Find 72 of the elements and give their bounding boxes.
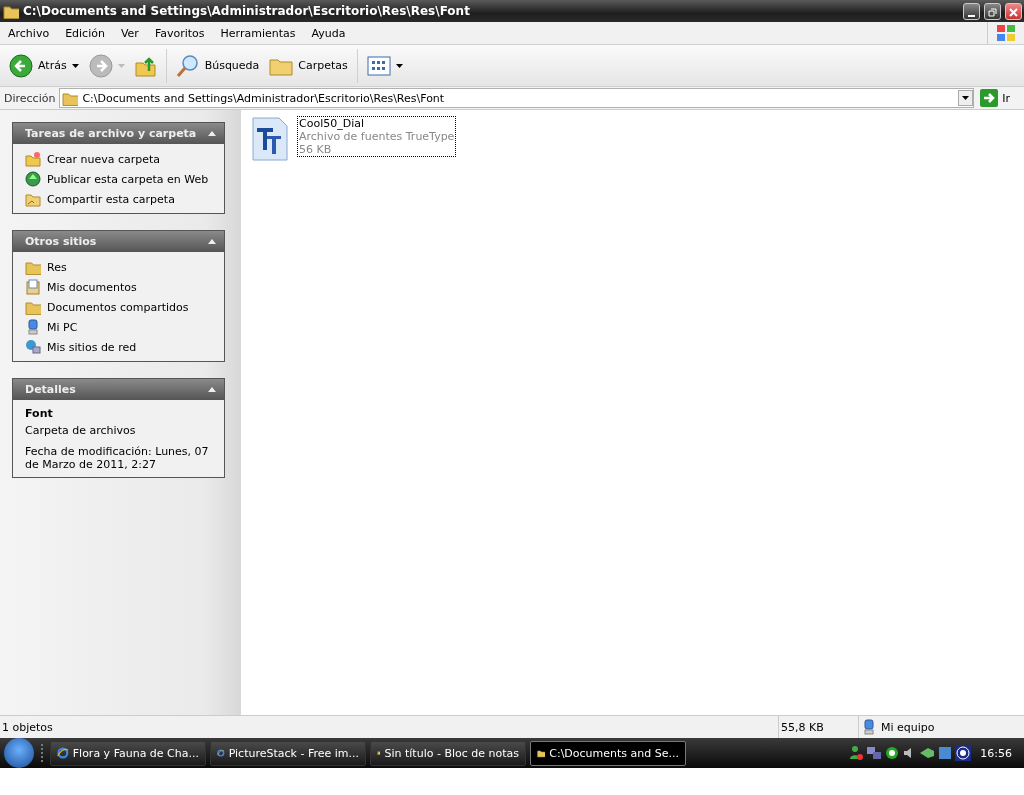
folder-icon bbox=[62, 90, 79, 106]
caret-icon bbox=[962, 96, 970, 100]
restore-icon bbox=[988, 7, 997, 17]
task-link[interactable]: Mis sitios de red bbox=[25, 339, 212, 355]
collapse-chevron-icon bbox=[208, 387, 216, 392]
documents-icon bbox=[25, 279, 41, 295]
collapse-chevron-icon bbox=[208, 131, 216, 136]
modified-date: Fecha de modificación: Lunes, 07 de Marzo de 2011, 2:27 bbox=[25, 445, 210, 471]
folder-icon bbox=[25, 259, 41, 275]
close-icon bbox=[1009, 7, 1018, 17]
new-folder-icon bbox=[25, 151, 41, 167]
taskbar-button[interactable]: Sin título - Bloc de notas bbox=[370, 740, 526, 766]
object-count: 1 objetos bbox=[2, 720, 53, 734]
window-title: C:\Documents and Settings\Administrador\Escritorio\Res\Res\Font bbox=[23, 4, 471, 18]
views-icon bbox=[366, 55, 391, 76]
task-link[interactable]: Documentos compartidos bbox=[25, 299, 212, 315]
menu-item[interactable]: Edición bbox=[57, 26, 113, 40]
menu-item[interactable]: Favoritos bbox=[146, 26, 213, 40]
minimize-button[interactable] bbox=[963, 2, 980, 20]
task-link[interactable]: Crear nueva carpeta bbox=[25, 151, 212, 167]
taskbar-button[interactable]: Flora y Fauna de Cha... bbox=[50, 740, 206, 766]
task-link[interactable]: Mi PC bbox=[25, 319, 212, 335]
grip-icon bbox=[38, 742, 46, 764]
task-link[interactable]: Mis documentos bbox=[25, 279, 212, 295]
panel-header[interactable]: Tareas de archivo y carpeta bbox=[13, 123, 224, 144]
collapse-chevron-icon bbox=[208, 239, 216, 244]
go-button[interactable]: Ir bbox=[978, 89, 1020, 107]
folder-icon bbox=[3, 3, 19, 19]
task-link[interactable]: Publicar esta carpeta en Web bbox=[25, 171, 212, 187]
computer-icon bbox=[25, 319, 41, 335]
menu-item[interactable]: Herramientas bbox=[212, 26, 304, 40]
dropdown-button[interactable] bbox=[958, 90, 974, 106]
shared-folder-icon bbox=[25, 191, 41, 207]
caret-icon bbox=[117, 63, 125, 68]
font-file-icon bbox=[251, 116, 289, 162]
caret-icon bbox=[71, 63, 79, 68]
start-button[interactable] bbox=[4, 738, 34, 768]
menu-item[interactable]: Ayuda bbox=[303, 26, 354, 40]
wireless-icon bbox=[955, 745, 972, 761]
zone-label: Mi equipo bbox=[881, 720, 935, 734]
menu-item[interactable]: Ver bbox=[112, 26, 147, 40]
browser-icon bbox=[57, 745, 69, 761]
network-icon bbox=[25, 339, 41, 355]
folder-name: Font bbox=[25, 407, 54, 420]
file-label[interactable]: Cool50_Dial Archivo de fuentes TrueType 56 KB bbox=[297, 116, 457, 157]
circle-icon bbox=[885, 746, 900, 760]
restore-button[interactable] bbox=[984, 2, 1001, 20]
folders-button[interactable]: Carpetas bbox=[266, 52, 351, 79]
clock: 16:56 bbox=[980, 746, 1012, 760]
task-link[interactable]: Compartir esta carpeta bbox=[25, 191, 212, 207]
address-label: Dirección bbox=[4, 91, 56, 105]
windows-flag-icon bbox=[996, 24, 1016, 42]
network-icon bbox=[866, 745, 883, 761]
panel-header[interactable]: Detalles bbox=[13, 379, 224, 400]
address-field[interactable]: C:\Documents and Settings\Administrador\Escritorio\Res\Res\Font bbox=[59, 88, 975, 108]
menu-item[interactable]: Archivo bbox=[0, 26, 58, 40]
globe-icon bbox=[25, 171, 41, 187]
taskbar-button[interactable]: C:\Documents and Se... bbox=[530, 740, 686, 766]
panel-header[interactable]: Otros sitios bbox=[13, 231, 224, 252]
task-link[interactable]: Res bbox=[25, 259, 212, 275]
back-button[interactable]: Atrás bbox=[6, 51, 82, 80]
total-size: 55,8 KB bbox=[781, 720, 824, 734]
user-icon bbox=[849, 745, 864, 761]
caret-icon bbox=[395, 63, 403, 68]
search-button[interactable]: Búsqueda bbox=[172, 51, 263, 80]
search-icon bbox=[175, 53, 200, 78]
minimize-icon bbox=[968, 14, 975, 17]
folder-type: Carpeta de archivos bbox=[25, 424, 137, 437]
close-button[interactable] bbox=[1005, 2, 1022, 20]
taskbar-button[interactable]: PictureStack - Free im... bbox=[210, 740, 366, 766]
computer-icon bbox=[861, 719, 877, 735]
folder-icon bbox=[25, 299, 41, 315]
